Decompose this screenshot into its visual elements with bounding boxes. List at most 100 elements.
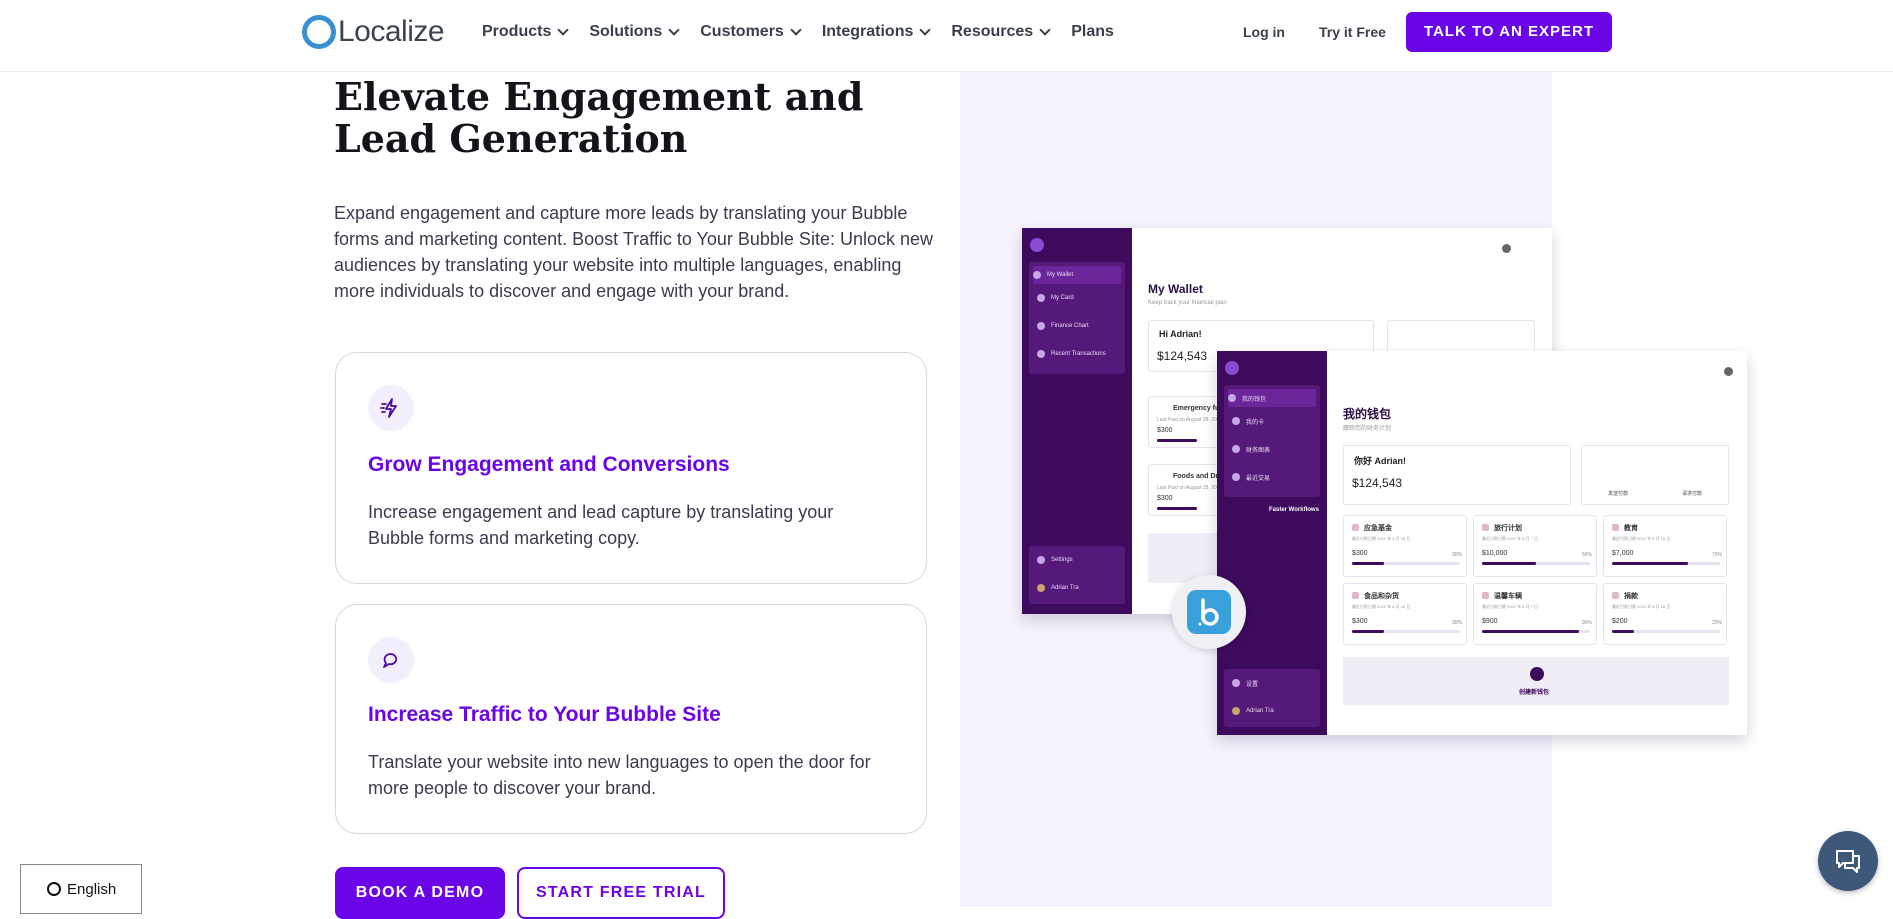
help-icon [1502, 244, 1511, 253]
tile-icon [1612, 592, 1619, 599]
tile-icon [1612, 524, 1619, 531]
mock-greeting: 你好 Adrian! [1354, 456, 1407, 466]
mock-balance: $124,543 [1352, 476, 1403, 490]
tile-label: 旅行计划 [1494, 525, 1522, 532]
tile-percent: 70% [1712, 552, 1723, 558]
tile-amount: $200 [1612, 618, 1628, 625]
talk-to-expert-button[interactable]: TALK TO AN EXPERT [1405, 12, 1612, 52]
menu-solutions[interactable]: Solutions [589, 22, 680, 42]
logo-text: Localize [338, 15, 445, 48]
wallet-icon [1228, 394, 1236, 402]
mock-tile: 温馨车辆 最近付款日期 2022 年 8 月 7 日 $900 90% [1473, 583, 1597, 645]
card-text: Translate your website into new language… [368, 752, 871, 798]
send-payment-label: 发送付款 [1608, 491, 1629, 497]
menu-label: Customers [700, 23, 784, 40]
mock-menu-item: 我的卡 [1232, 415, 1264, 427]
help-icon [1724, 367, 1733, 376]
tile-percent: 30% [1452, 620, 1463, 626]
mock-title: 我的钱包 [1343, 407, 1392, 421]
tile-percent: 30% [1452, 552, 1463, 558]
transactions-icon [1037, 350, 1045, 358]
mock-greeting-card: 你好 Adrian! $124,543 [1343, 445, 1571, 505]
menu-label: Integrations [821, 23, 914, 40]
mock-menu-item: 最近交易 [1232, 471, 1270, 483]
book-demo-button[interactable]: BOOK A DEMO [335, 867, 505, 919]
top-navbar: Localize Products Solutions Customers In… [0, 0, 1893, 72]
tile-progress [1612, 630, 1720, 633]
tile-sub: 最近付款日期 2022 年 8 月 28 日 [1352, 604, 1411, 609]
lightning-icon [368, 385, 414, 431]
chat-widget-button[interactable] [1818, 831, 1878, 891]
tile-progress-fill [1352, 562, 1385, 565]
tile-progress [1612, 562, 1720, 565]
feature-card-engagement: Grow Engagement and Conversions Increase… [335, 352, 927, 584]
tile-sub: 最近付款日期 2022 年 8 月 28 日 [1352, 536, 1411, 541]
tile-label: 温馨车辆 [1494, 593, 1522, 600]
mock-greeting: Hi Adrian! [1159, 329, 1202, 339]
mock-sidebar: My Wallet My Card Finance Chart Recent T… [1022, 228, 1132, 614]
tile-sub: 最近付款日期 2022 年 8 月 16 日 [1612, 536, 1671, 541]
login-link[interactable]: Log in [1243, 24, 1285, 40]
globe-icon [47, 882, 61, 896]
mock-menu-label: My Wallet [1047, 272, 1074, 278]
bubble-logo-badge [1172, 575, 1246, 649]
avatar [1037, 584, 1045, 592]
gear-icon [1037, 556, 1045, 564]
language-label: English [67, 880, 117, 898]
menu-plans[interactable]: Plans [1071, 22, 1114, 42]
mock-menu-item: My Wallet [1033, 266, 1121, 284]
menu-resources[interactable]: Resources [951, 22, 1051, 42]
tile-progress [1352, 562, 1460, 565]
mock-menu-label: 设置 [1246, 681, 1259, 688]
mock-tile: 食品和杂货最近付款日期 2022 年 8 月 28 日 $300 30% [1343, 583, 1467, 645]
mock-menu-label: Adrian Tra [1246, 708, 1274, 714]
try-free-link[interactable]: Try it Free [1319, 24, 1386, 40]
tile-progress-fill [1482, 562, 1536, 565]
mock-tile: 捐款 最近付款日期 2022 年 8 月 28 日 $200 20% [1603, 583, 1727, 645]
tile-label: 食品和杂货 [1364, 593, 1399, 600]
mock-actions-card: 发送付款 请求付款 [1581, 445, 1729, 505]
tile-percent: 50% [1582, 552, 1593, 558]
card-title: Increase Traffic to Your Bubble Site [368, 703, 721, 726]
mock-logo-icon [1225, 361, 1239, 375]
mock-subtitle: Keep track your financial plan [1148, 300, 1227, 306]
wallet-mockup-chinese: 我的钱包 我的卡 财务图表 最近交易 Faster Workflows 设置 A… [1217, 351, 1747, 735]
wallet-icon [1033, 271, 1041, 279]
mock-sidebar: 我的钱包 我的卡 财务图表 最近交易 Faster Workflows 设置 A… [1217, 351, 1327, 735]
start-free-trial-button[interactable]: START FREE TRIAL [517, 867, 725, 919]
tile-label: 应急基金 [1364, 525, 1392, 532]
request-payment-label: 请求付款 [1682, 491, 1703, 497]
plus-icon [1530, 667, 1544, 681]
tile-amount: $300 [1352, 618, 1368, 625]
tile-sub: 最近付款日期 2022 年 8 月 7 日 [1482, 536, 1539, 541]
tile-progress-fill [1352, 630, 1385, 633]
menu-products[interactable]: Products [482, 22, 570, 42]
mock-menu-item: 财务图表 [1232, 443, 1270, 455]
card-icon [1232, 417, 1240, 425]
tile-percent: 20% [1712, 620, 1723, 626]
tile-amount: $900 [1482, 618, 1498, 625]
mock-menu-label: 最近交易 [1246, 475, 1271, 482]
chart-icon [1232, 445, 1240, 453]
mock-menu-group: My Wallet My Card Finance Chart Recent T… [1029, 262, 1125, 374]
menu-customers[interactable]: Customers [700, 22, 802, 42]
mock-menu-item: Recent Transactions [1037, 348, 1106, 360]
mock-menu-label: My Card [1051, 295, 1074, 301]
chevron-down-icon [790, 24, 802, 36]
mock-progress [1157, 507, 1197, 510]
chevron-down-icon [557, 24, 570, 36]
main-menu: Products Solutions Customers Integration… [482, 22, 1136, 42]
menu-label: Resources [951, 23, 1034, 40]
mock-actions-card [1387, 320, 1535, 352]
tile-label: 教育 [1624, 525, 1638, 532]
mock-menu-label: Settings [1051, 557, 1073, 563]
tile-label: 捐款 [1624, 593, 1638, 600]
tile-progress [1482, 562, 1590, 565]
localize-logo[interactable]: Localize [302, 14, 445, 50]
mock-create-wallet: 创建新钱包 [1343, 657, 1729, 705]
mock-menu-item: My Card [1037, 292, 1074, 304]
menu-label: Products [482, 23, 552, 40]
menu-integrations[interactable]: Integrations [821, 22, 932, 42]
page-title: Elevate Engagement and Lead Generation [334, 74, 864, 161]
workflow-label: Faster Workflows [1269, 507, 1319, 513]
